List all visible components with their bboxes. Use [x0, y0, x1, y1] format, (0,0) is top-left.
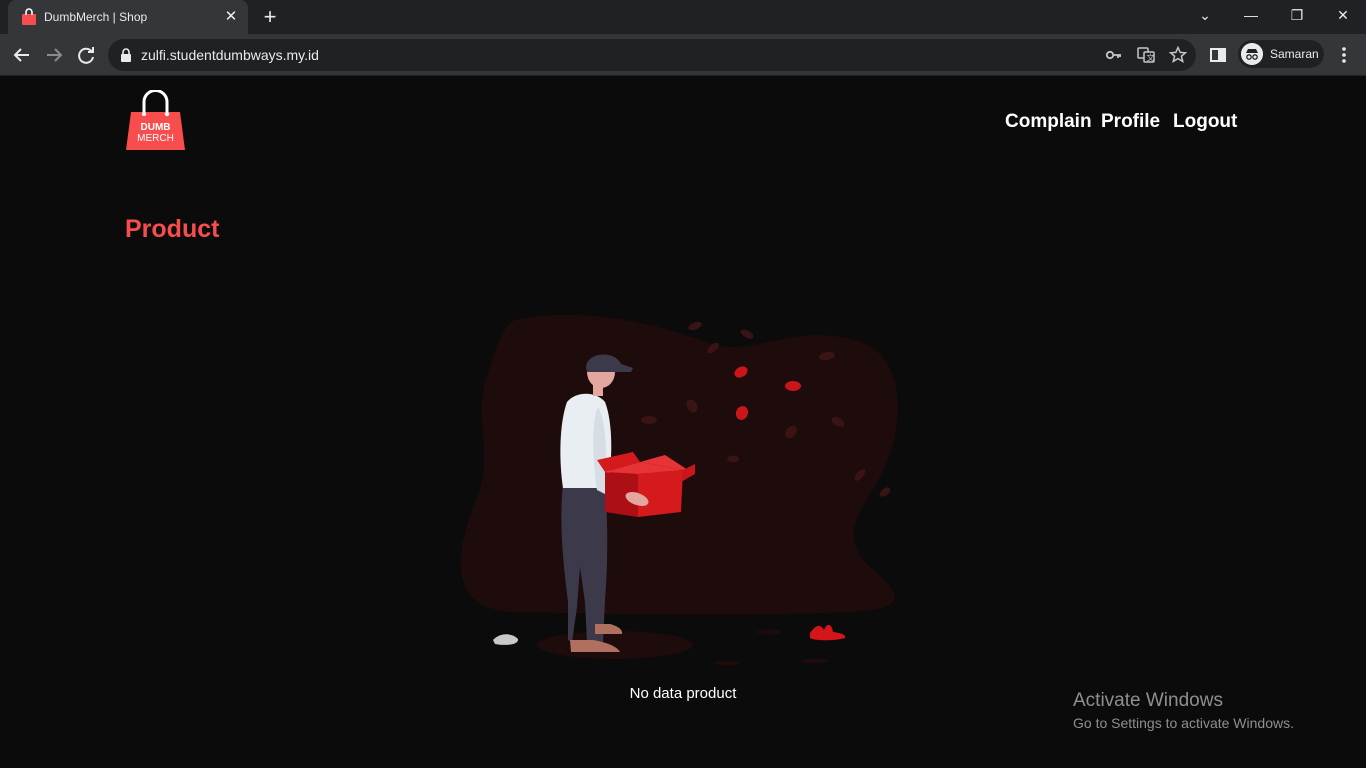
- tab-title: DumbMerch | Shop: [44, 10, 148, 24]
- forward-arrow-icon[interactable]: [40, 41, 68, 69]
- translate-icon[interactable]: 文: [1136, 45, 1156, 65]
- window-close-button[interactable]: ✕: [1320, 0, 1366, 30]
- nav-logout-link[interactable]: Logout: [1173, 111, 1237, 133]
- tab-search-icon[interactable]: ⌄: [1182, 0, 1228, 30]
- dumbmerch-logo[interactable]: DUMB MERCH: [125, 90, 186, 150]
- browser-tab[interactable]: DumbMerch | Shop ✕: [8, 0, 248, 34]
- windows-activation-title: Activate Windows: [1073, 690, 1223, 711]
- close-tab-icon[interactable]: ✕: [222, 8, 240, 26]
- more-menu-icon[interactable]: [1330, 41, 1358, 69]
- profile-label: Samaran: [1270, 47, 1319, 61]
- logo-text-bottom: MERCH: [137, 133, 174, 144]
- windows-activation-subtitle: Go to Settings to activate Windows.: [1073, 715, 1294, 731]
- nav-complain-link[interactable]: Complain: [1005, 111, 1092, 133]
- shopping-bag-icon: [22, 8, 36, 25]
- restore-button[interactable]: ❐: [1274, 0, 1320, 30]
- url-text[interactable]: zulfi.studentdumbways.my.id: [141, 47, 319, 63]
- side-panel-icon[interactable]: [1204, 41, 1232, 69]
- lock-icon[interactable]: [120, 48, 132, 62]
- profile-chip[interactable]: Samaran: [1238, 40, 1324, 68]
- empty-box-illustration: [460, 314, 898, 666]
- minimize-button[interactable]: —: [1228, 0, 1274, 30]
- back-arrow-icon[interactable]: [8, 41, 36, 69]
- address-bar[interactable]: zulfi.studentdumbways.my.id 文: [108, 39, 1196, 71]
- page-content: DUMB MERCH Complain Profile Logout Produ…: [0, 77, 1366, 768]
- reload-icon[interactable]: [72, 41, 100, 69]
- logo-text-top: DUMB: [141, 122, 171, 133]
- bookmark-star-icon[interactable]: [1168, 45, 1188, 65]
- browser-toolbar: zulfi.studentdumbways.my.id 文 Samaran: [0, 34, 1366, 76]
- new-tab-button[interactable]: +: [258, 5, 282, 29]
- page-title: Product: [125, 215, 220, 243]
- svg-text:文: 文: [1147, 53, 1155, 63]
- nav-profile-link[interactable]: Profile: [1101, 111, 1160, 133]
- key-icon[interactable]: [1104, 45, 1124, 65]
- browser-tab-strip: DumbMerch | Shop ✕ + ⌄ — ❐ ✕: [0, 0, 1366, 34]
- incognito-icon: [1241, 43, 1263, 65]
